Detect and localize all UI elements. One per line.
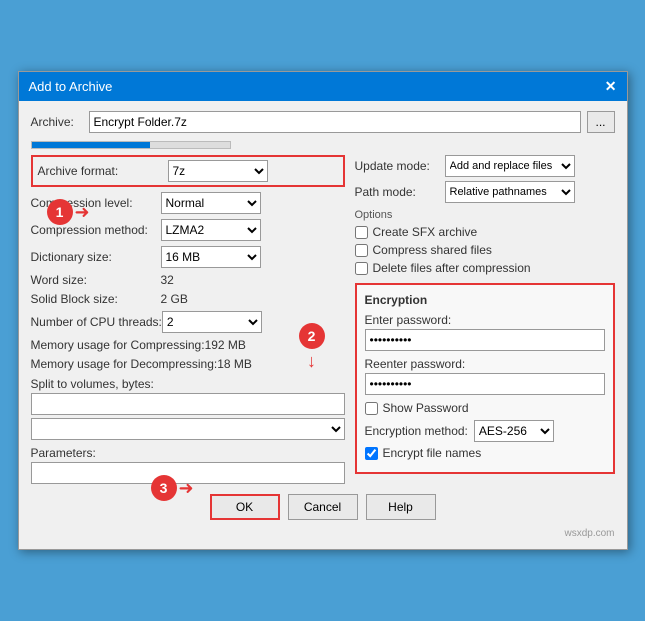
arrow-2: ↓	[307, 351, 316, 372]
badge-2: 2	[299, 323, 325, 349]
split-label: Split to volumes, bytes:	[31, 377, 345, 391]
badge-3: 3	[151, 475, 177, 501]
options-label: Options	[355, 209, 615, 221]
reenter-password-label: Reenter password:	[365, 357, 605, 371]
encrypt-names-row: Encrypt file names	[365, 446, 605, 460]
delete-after-checkbox[interactable]	[355, 262, 368, 275]
mem-compress-row: Memory usage for Compressing: 192 MB	[31, 338, 345, 352]
archive-input[interactable]	[89, 111, 581, 133]
arrow-1: ➜	[75, 202, 90, 223]
badge-1-container: 1 ➜	[47, 199, 90, 225]
update-mode-select[interactable]: Add and replace files	[445, 155, 575, 177]
show-password-row: Show Password	[365, 401, 605, 415]
progress-bar-area	[31, 141, 615, 149]
help-button[interactable]: Help	[366, 494, 436, 520]
mem-compress-value: 192 MB	[205, 338, 246, 352]
path-mode-label: Path mode:	[355, 185, 445, 199]
cpu-threads-select[interactable]: 2	[162, 311, 262, 333]
show-password-checkbox[interactable]	[365, 402, 378, 415]
main-content: Archive format: 7z Compression level: No…	[31, 155, 615, 484]
archive-row: Archive: ...	[31, 111, 615, 133]
bottom-bar: OK Cancel Help	[31, 484, 615, 528]
mem-decompress-value: 18 MB	[217, 357, 252, 371]
compress-shared-row: Compress shared files	[355, 243, 615, 257]
compression-level-select[interactable]: Normal	[161, 192, 261, 214]
compress-shared-label: Compress shared files	[373, 243, 492, 257]
create-sfx-row: Create SFX archive	[355, 225, 615, 239]
watermark: wsxdp.com	[31, 528, 615, 541]
title-bar: Add to Archive ✕	[19, 72, 627, 101]
progress-bar-bg	[31, 141, 231, 149]
create-sfx-label: Create SFX archive	[373, 225, 478, 239]
split-section: Split to volumes, bytes:	[31, 377, 345, 440]
word-size-row: Word size: 32	[31, 273, 345, 287]
archive-format-section: Archive format: 7z	[31, 155, 345, 187]
delete-after-label: Delete files after compression	[373, 261, 531, 275]
split-select[interactable]	[31, 418, 345, 440]
progress-bar-fill	[32, 142, 151, 148]
dictionary-size-select[interactable]: 16 MB	[161, 246, 261, 268]
mem-compress-label: Memory usage for Compressing:	[31, 338, 205, 352]
dictionary-size-row: Dictionary size: 16 MB	[31, 246, 345, 268]
enter-password-input[interactable]	[365, 329, 605, 351]
path-mode-row: Path mode: Relative pathnames	[355, 181, 615, 203]
dictionary-size-label: Dictionary size:	[31, 250, 161, 264]
show-password-label: Show Password	[383, 401, 469, 415]
create-sfx-checkbox[interactable]	[355, 226, 368, 239]
enter-password-label: Enter password:	[365, 313, 605, 327]
word-size-value: 32	[161, 273, 174, 287]
reenter-password-input[interactable]	[365, 373, 605, 395]
browse-button[interactable]: ...	[587, 111, 615, 133]
encryption-method-select[interactable]: AES-256	[474, 420, 554, 442]
cpu-threads-label: Number of CPU threads:	[31, 315, 162, 329]
ok-button[interactable]: OK	[210, 494, 280, 520]
mem-decompress-label: Memory usage for Decompressing:	[31, 357, 218, 371]
archive-label: Archive:	[31, 115, 83, 129]
badge-1: 1	[47, 199, 73, 225]
add-to-archive-dialog: Add to Archive ✕ Archive: ... 1 ➜	[18, 71, 628, 550]
delete-after-row: Delete files after compression	[355, 261, 615, 275]
word-size-label: Word size:	[31, 273, 161, 287]
solid-block-value: 2 GB	[161, 292, 188, 306]
cancel-button[interactable]: Cancel	[288, 494, 358, 520]
path-mode-select[interactable]: Relative pathnames	[445, 181, 575, 203]
encrypt-names-label: Encrypt file names	[383, 446, 482, 460]
dialog-body-wrapper: 1 ➜ 2 ↓ 3 ➜	[31, 155, 615, 484]
solid-block-label: Solid Block size:	[31, 292, 161, 306]
compression-method-select[interactable]: LZMA2	[161, 219, 261, 241]
badge-2-container: 2 ↓	[299, 323, 325, 372]
badge-3-container: 3 ➜	[151, 475, 194, 501]
dialog-body: Archive: ... 1 ➜ 2 ↓	[19, 101, 627, 549]
archive-format-label: Archive format:	[38, 164, 168, 178]
cpu-threads-row: Number of CPU threads: 2	[31, 311, 345, 333]
encryption-title: Encryption	[365, 293, 605, 307]
arrow-3: ➜	[179, 478, 194, 499]
split-input[interactable]	[31, 393, 345, 415]
dialog-title: Add to Archive	[29, 79, 113, 94]
encryption-method-label: Encryption method:	[365, 424, 468, 438]
params-label: Parameters:	[31, 446, 345, 460]
close-button[interactable]: ✕	[605, 78, 617, 95]
compress-shared-checkbox[interactable]	[355, 244, 368, 257]
mem-decompress-row: Memory usage for Decompressing: 18 MB	[31, 357, 345, 371]
compression-method-label: Compression method:	[31, 223, 161, 237]
update-mode-label: Update mode:	[355, 159, 445, 173]
archive-format-select[interactable]: 7z	[168, 160, 268, 182]
solid-block-row: Solid Block size: 2 GB	[31, 292, 345, 306]
encryption-section: Encryption Enter password: Reenter passw…	[355, 283, 615, 474]
update-mode-row: Update mode: Add and replace files	[355, 155, 615, 177]
encrypt-names-checkbox[interactable]	[365, 447, 378, 460]
right-panel: Update mode: Add and replace files Path …	[355, 155, 615, 484]
encryption-method-row: Encryption method: AES-256	[365, 420, 605, 442]
